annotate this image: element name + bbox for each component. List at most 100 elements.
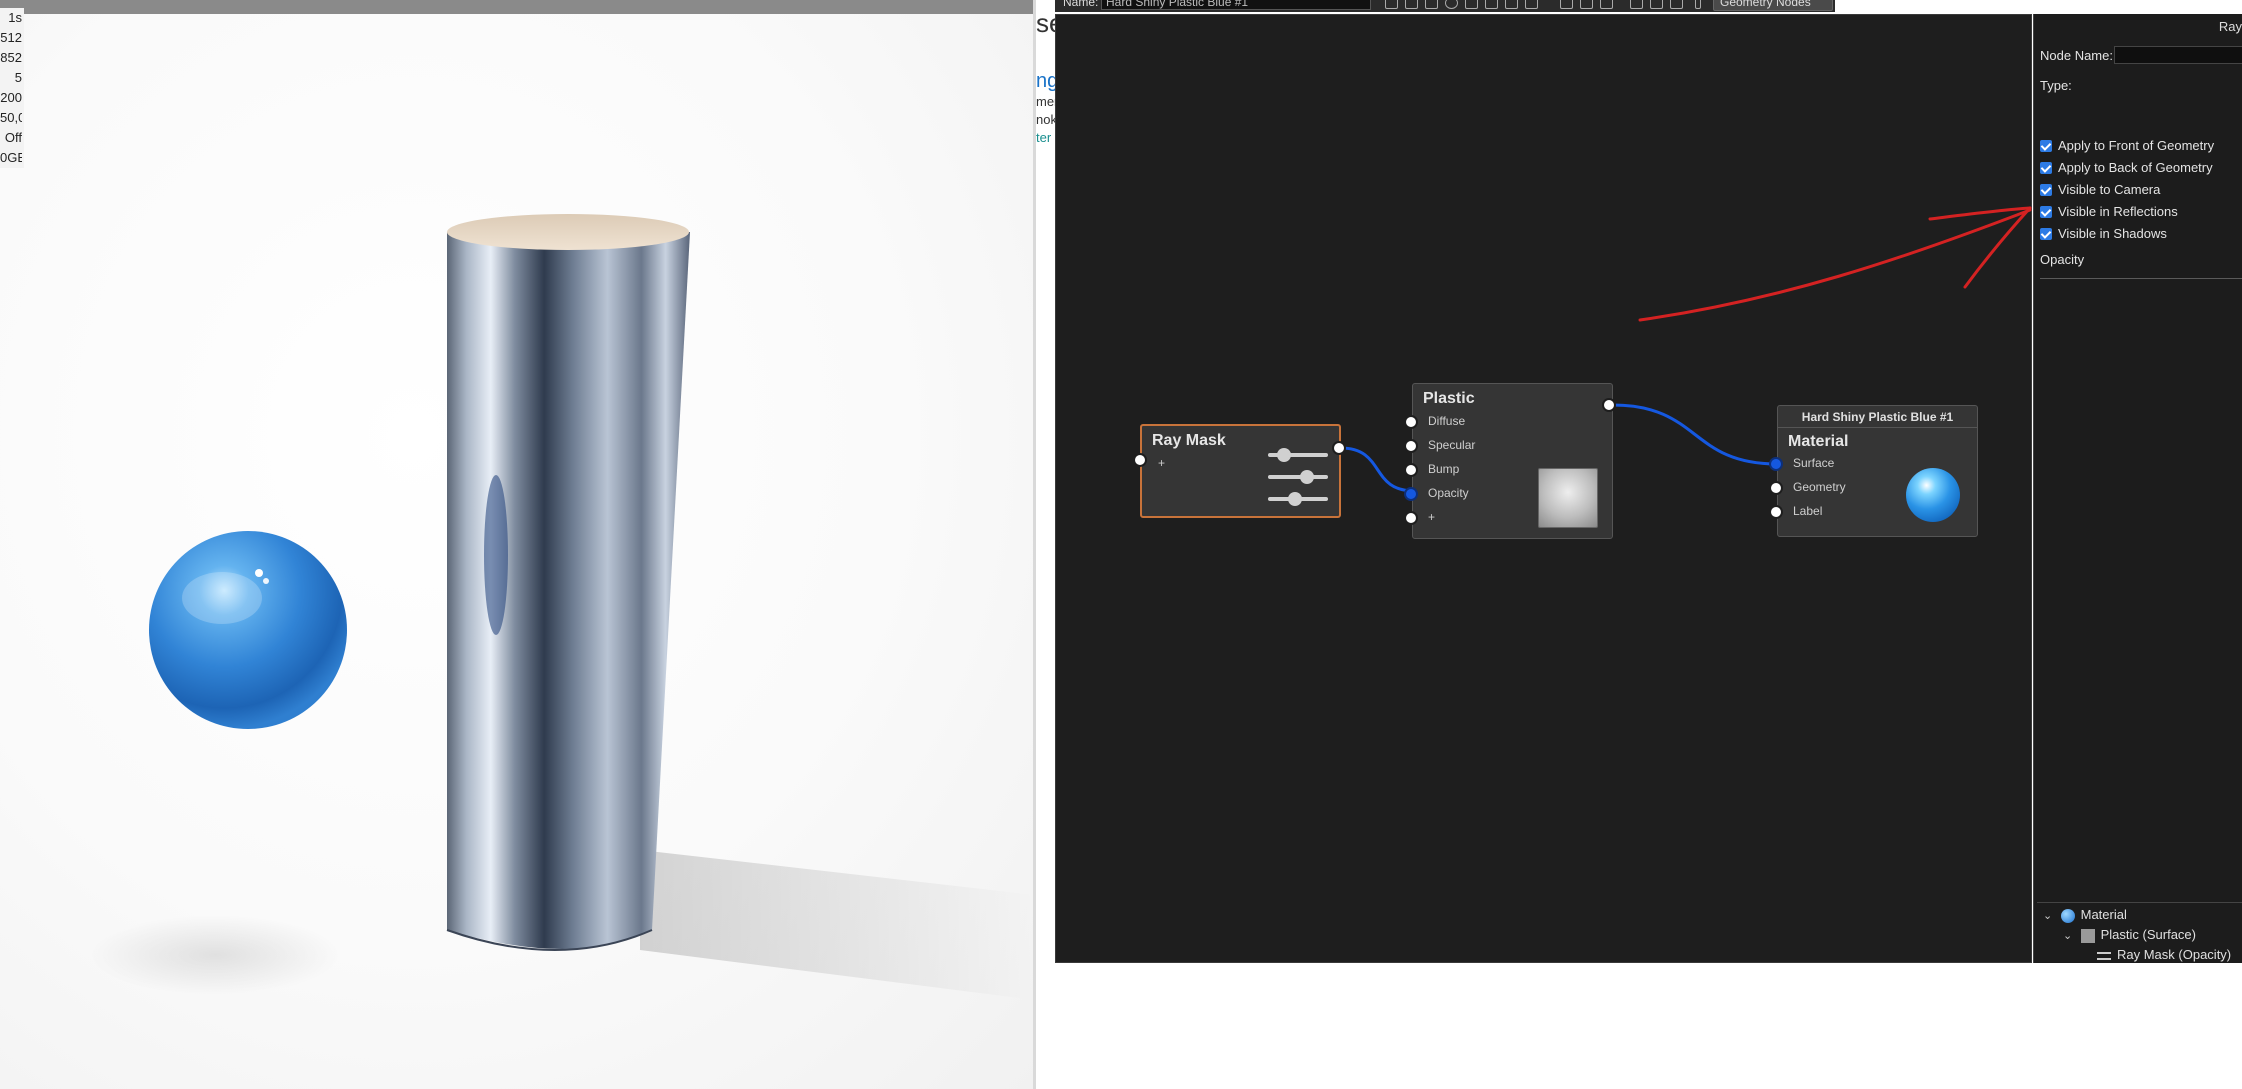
toolbar-tool-icon[interactable]	[1600, 0, 1613, 9]
port-label: +	[1428, 510, 1436, 524]
port-label: Surface	[1793, 456, 1835, 470]
stat-value: 50,0	[0, 110, 22, 125]
ray-mask-node[interactable]: Ray Mask +	[1133, 424, 1346, 518]
tree-item-label: Ray Mask (Opacity)	[2117, 947, 2232, 962]
bump-port[interactable]	[1404, 463, 1418, 477]
render-scene	[90, 214, 1035, 1000]
doc-heading-fragment: se	[1036, 8, 1056, 38]
plastic-node[interactable]: Plastic Diffuse Specular Bump Opacity +	[1404, 383, 1616, 539]
checkbox-label: Visible in Reflections	[2058, 204, 2178, 219]
sliders-icon	[2097, 951, 2111, 960]
cylinder-shadow	[640, 850, 1035, 1000]
tree-item-material[interactable]: ⌄ Material	[2043, 907, 2127, 927]
chevron-down-icon[interactable]: ⌄	[2043, 909, 2057, 922]
label-port[interactable]	[1769, 505, 1783, 519]
node-title: Material	[1788, 433, 1849, 450]
material-tree-view: ⌄ Material ⌄ Plastic (Surface) Ray Mask …	[2037, 902, 2242, 962]
window-divider[interactable]	[1033, 0, 1036, 1089]
apply-back-checkbox[interactable]: Apply to Back of Geometry	[2040, 160, 2213, 180]
checkbox-checked-icon[interactable]	[2040, 183, 2052, 196]
tree-item-label: Plastic (Surface)	[2100, 927, 2196, 942]
toolbar-tool-icon[interactable]	[1405, 0, 1418, 9]
blue-plastic-sphere	[149, 531, 347, 729]
checkbox-label: Visible to Camera	[2058, 182, 2161, 197]
checkbox-label: Apply to Back of Geometry	[2058, 160, 2213, 175]
checkbox-checked-icon[interactable]	[2040, 205, 2052, 218]
toolbar-tool-icon[interactable]	[1630, 0, 1643, 9]
toolbar-tool-icon[interactable]	[1650, 0, 1663, 9]
toolbar-tool-icon[interactable]	[1385, 0, 1398, 9]
stat-value: 0GB	[0, 150, 22, 165]
checkbox-label: Apply to Front of Geometry	[2058, 138, 2215, 153]
material-ball-icon	[2060, 908, 2075, 923]
stat-value: 1s	[8, 10, 22, 25]
chevron-down-icon[interactable]: ⌄	[2063, 929, 2077, 942]
surface-port[interactable]	[1769, 457, 1783, 471]
checkbox-checked-icon[interactable]	[2040, 139, 2052, 152]
stat-value: 200	[0, 90, 22, 105]
tree-item-ray-mask[interactable]: Ray Mask (Opacity)	[2097, 947, 2231, 962]
name-input[interactable]: Hard Shiny Plastic Blue #1	[1101, 0, 1371, 10]
visible-camera-checkbox[interactable]: Visible to Camera	[2040, 182, 2160, 202]
checkbox-label: Visible in Shadows	[2058, 226, 2167, 241]
node-title: Plastic	[1423, 390, 1475, 407]
material-node[interactable]: Hard Shiny Plastic Blue #1 Material Surf…	[1769, 405, 1978, 537]
panel-title: Ray	[2218, 19, 2242, 34]
toolbar-tool-icon[interactable]	[1525, 0, 1538, 9]
type-label: Type:	[2040, 78, 2072, 93]
port-label: Specular	[1428, 438, 1476, 452]
material-preview-ball	[1906, 468, 1960, 522]
tree-item-plastic[interactable]: ⌄ Plastic (Surface)	[2063, 927, 2196, 947]
port-label: Geometry	[1793, 480, 1846, 494]
tree-item-label: Material	[2080, 907, 2127, 922]
port-label: Opacity	[1428, 486, 1469, 500]
node-title: Ray Mask	[1152, 432, 1226, 449]
doc-text-fragment: nok	[1036, 112, 1056, 127]
diffuse-port[interactable]	[1404, 415, 1418, 429]
ray-mask-output-port[interactable]	[1332, 441, 1346, 455]
geometry-port[interactable]	[1769, 481, 1783, 495]
add-port[interactable]	[1404, 511, 1418, 525]
add-port-label: +	[1158, 456, 1166, 470]
opacity-label: Opacity	[2040, 252, 2085, 267]
toolbar-tool-icon[interactable]	[1425, 0, 1438, 9]
geometry-nodes-button[interactable]: Geometry Nodes	[1713, 0, 1833, 11]
specular-port[interactable]	[1404, 439, 1418, 453]
metal-cylinder	[446, 214, 690, 951]
pin-icon[interactable]	[1695, 0, 1701, 9]
render-stats-panel: 1s 512 852 5 200 50,0 Off 0GB	[0, 8, 24, 168]
opacity-slider-track[interactable]	[2040, 278, 2242, 279]
plastic-thumbnail-icon	[2080, 928, 2095, 943]
visible-reflections-checkbox[interactable]: Visible in Reflections	[2040, 204, 2178, 224]
visible-shadows-checkbox[interactable]: Visible in Shadows	[2040, 226, 2167, 246]
checkbox-checked-icon[interactable]	[2040, 161, 2052, 174]
doc-link-fragment[interactable]: ng	[1036, 70, 1056, 93]
toolbar-tool-icon[interactable]	[1445, 0, 1458, 9]
port-label: Label	[1793, 504, 1823, 518]
doc-link-fragment[interactable]: ter	[1036, 130, 1051, 145]
plastic-preview-thumbnail	[1538, 468, 1598, 528]
toolbar-tool-icon[interactable]	[1485, 0, 1498, 9]
toolbar-tool-icon[interactable]	[1465, 0, 1478, 9]
opacity-port[interactable]	[1404, 487, 1418, 501]
sphere-shadow	[90, 915, 340, 995]
apply-front-checkbox[interactable]: Apply to Front of Geometry	[2040, 138, 2214, 158]
node-editor-toolbar: Name: Hard Shiny Plastic Blue #1 Geometr…	[1055, 0, 1835, 12]
toolbar-tool-icon[interactable]	[1670, 0, 1683, 9]
node-name-label: Node Name:	[2040, 48, 2113, 63]
render-viewport[interactable]: 1s 512 852 5 200 50,0 Off 0GB	[0, 0, 1035, 1089]
node-name-input[interactable]	[2114, 46, 2242, 64]
toolbar-tool-icon[interactable]	[1580, 0, 1593, 9]
toolbar-tool-icon[interactable]	[1505, 0, 1518, 9]
stat-value: 512	[0, 30, 22, 45]
toolbar-tool-icon[interactable]	[1560, 0, 1573, 9]
doc-text-fragment: mer	[1036, 94, 1056, 109]
stat-value: 852	[0, 50, 22, 65]
ray-mask-input-port[interactable]	[1133, 453, 1147, 467]
plastic-output-port[interactable]	[1602, 398, 1616, 412]
name-label: Name:	[1063, 0, 1099, 9]
properties-panel: Ray Node Name: Type: Apply to Front of G…	[2033, 14, 2242, 963]
checkbox-checked-icon[interactable]	[2040, 227, 2052, 240]
material-node-header: Hard Shiny Plastic Blue #1	[1778, 406, 1977, 428]
background-document-strip: se ng mer nok ter	[1036, 0, 1056, 160]
